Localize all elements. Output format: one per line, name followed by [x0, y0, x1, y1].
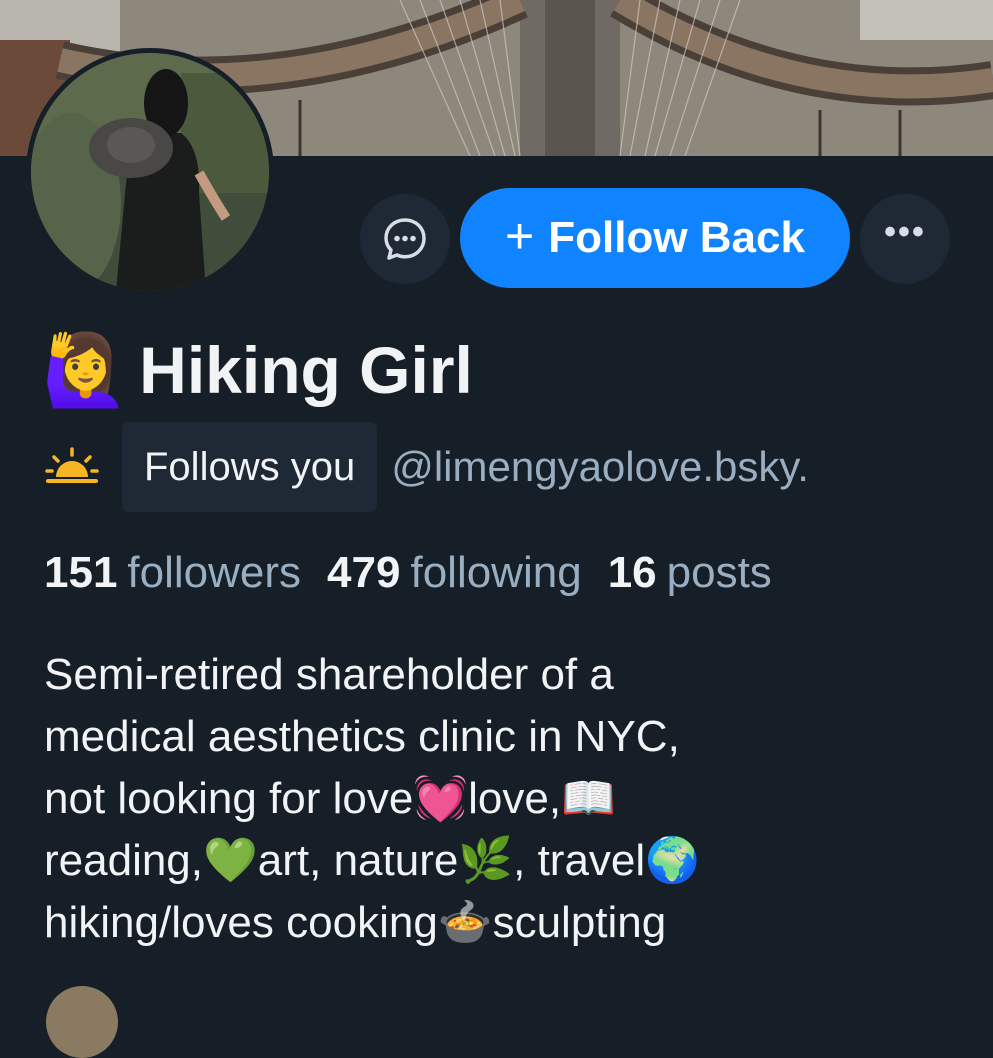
profile-name-row: 🙋‍♀️ Hiking Girl — [42, 330, 473, 410]
follow-back-label: Follow Back — [548, 213, 805, 262]
ellipsis-icon: ••• — [884, 213, 926, 251]
chat-bubble-icon — [384, 218, 426, 260]
profile-bio: Semi-retired shareholder of a medical ae… — [44, 644, 964, 954]
follow-back-button[interactable]: + Follow Back — [460, 188, 850, 288]
plus-icon: + — [505, 208, 535, 264]
bio-line: hiking/loves cooking🍲sculpting — [44, 898, 667, 947]
profile-meta-row: Follows you @limengyaolove.bsky. — [44, 422, 993, 512]
following-count[interactable]: 479 — [327, 548, 400, 598]
profile-stats: 151 followers 479 following 16 posts — [44, 548, 798, 598]
display-name: Hiking Girl — [139, 333, 473, 407]
more-options-button[interactable]: ••• — [860, 194, 950, 284]
bio-line: reading,💚art, nature🌿, travel🌍 — [44, 836, 700, 885]
posts-label: posts — [666, 548, 772, 597]
bio-line: medical aesthetics clinic in NYC, — [44, 712, 680, 761]
followers-count[interactable]: 151 — [44, 548, 117, 598]
profile-handle: @limengyaolove.bsky. — [391, 443, 809, 490]
avatar-image — [31, 53, 269, 291]
sunrise-icon — [45, 447, 99, 483]
profile-avatar[interactable] — [26, 48, 274, 296]
posts-count: 16 — [607, 548, 657, 597]
raising-hand-emoji: 🙋‍♀️ — [42, 331, 130, 409]
bio-line: Semi-retired shareholder of a — [44, 650, 614, 699]
followers-label[interactable]: followers — [127, 548, 301, 598]
following-label[interactable]: following — [410, 548, 581, 598]
message-button[interactable] — [360, 194, 450, 284]
bio-line: not looking for love💓love,📖 — [44, 774, 616, 823]
follows-you-badge: Follows you — [122, 422, 378, 512]
known-follower-avatar[interactable] — [46, 986, 118, 1058]
